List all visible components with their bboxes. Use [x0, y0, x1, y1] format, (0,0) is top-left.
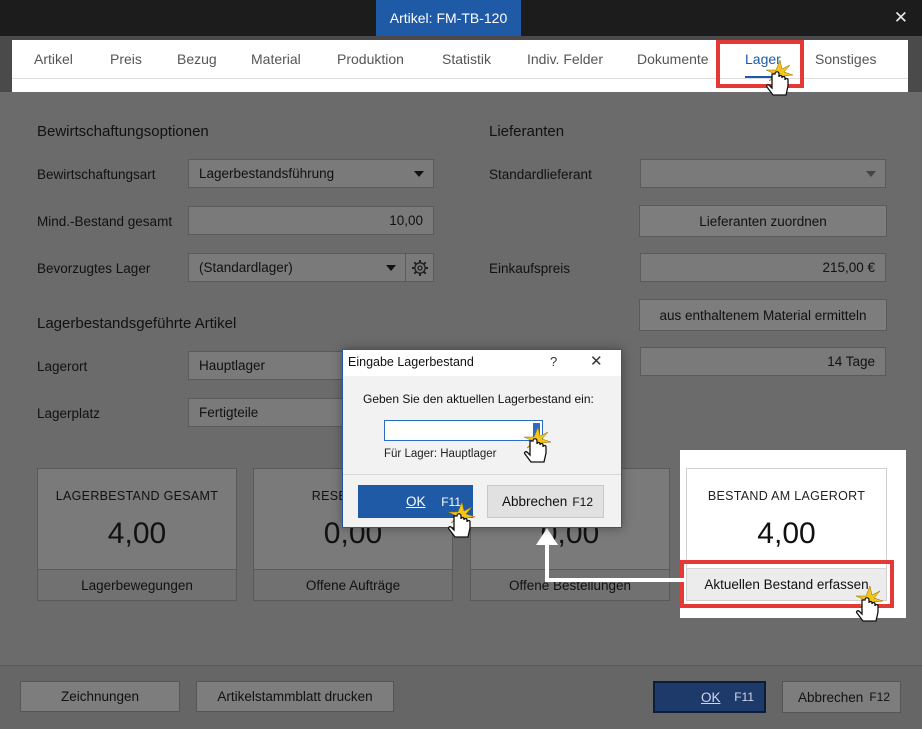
card-title: LAGERBESTAND GESAMT — [55, 489, 219, 503]
label-bewirtschaftungsart: Bewirtschaftungsart — [37, 167, 156, 182]
dialog-prompt: Geben Sie den aktuellen Lagerbestand ein… — [363, 392, 594, 406]
dialog-ok-button[interactable]: OK F11 — [358, 485, 473, 518]
tab-produktion[interactable]: Produktion — [337, 51, 404, 67]
card-bestand-am-lagerort: BESTAND AM LAGERORT 4,00 Aktuellen Besta… — [686, 468, 887, 601]
label-standardlieferant: Standardlieferant — [489, 167, 592, 182]
cancel-shortcut: F12 — [572, 494, 593, 509]
lagerort-select[interactable]: Hauptlager — [188, 351, 348, 380]
standardlieferant-select[interactable] — [640, 159, 886, 188]
bewirtschaftungsart-value: Lagerbestandsführung — [199, 166, 335, 181]
close-icon[interactable]: ✕ — [894, 8, 908, 28]
ok-shortcut: F11 — [734, 690, 754, 704]
mind-bestand-field[interactable]: 10,00 — [188, 206, 434, 235]
ok-label: OK — [701, 689, 721, 705]
tab-lager-label: Lager — [745, 51, 781, 67]
tab-lager[interactable]: Lager — [745, 51, 781, 78]
dialog-divider — [343, 474, 621, 475]
zeichnungen-button[interactable]: Zeichnungen — [20, 681, 180, 712]
chevron-down-icon — [414, 171, 424, 177]
aktuellen-bestand-erfassen-button[interactable]: Aktuellen Bestand erfassen — [687, 568, 886, 600]
tab-divider — [12, 78, 908, 79]
dialog-titlebar: Eingabe Lagerbestand ? ✕ — [343, 350, 621, 376]
arrow-icon — [536, 528, 686, 582]
help-icon[interactable]: ? — [550, 354, 557, 369]
offene-auftraege-button[interactable]: Offene Aufträge — [254, 569, 452, 600]
card-title: BESTAND AM LAGERORT — [707, 489, 866, 503]
chevron-down-icon — [866, 171, 876, 177]
tab-bezug[interactable]: Bezug — [177, 51, 217, 67]
tab-material[interactable]: Material — [251, 51, 301, 67]
card-value: 4,00 — [107, 517, 167, 550]
gear-icon — [411, 259, 428, 276]
ok-label: OK — [406, 494, 426, 509]
dialog-lager-info: Für Lager: Hauptlager — [384, 448, 497, 460]
lager-settings-button[interactable] — [405, 253, 434, 282]
lagerbestand-input[interactable] — [384, 420, 543, 441]
dialog-title: Eingabe Lagerbestand — [348, 355, 474, 369]
label-lagerort: Lagerort — [37, 359, 88, 374]
cancel-label: Abbrechen — [798, 689, 864, 705]
tab-statistik[interactable]: Statistik — [442, 51, 491, 67]
lagerplatz-select[interactable]: Fertigteile — [188, 398, 348, 427]
footer-cancel-button[interactable]: Abbrechen F12 — [782, 681, 901, 713]
close-icon[interactable]: ✕ — [590, 352, 603, 370]
lagerbewegungen-button[interactable]: Lagerbewegungen — [38, 569, 236, 600]
cancel-shortcut: F12 — [869, 690, 890, 704]
section-heading-lieferanten: Lieferanten — [489, 123, 565, 140]
label-einkaufspreis: Einkaufspreis — [489, 261, 571, 276]
tab-indiv-felder[interactable]: Indiv. Felder — [527, 51, 603, 67]
card-lagerbestand-gesamt: LAGERBESTAND GESAMT 4,00 Lagerbewegungen — [37, 468, 237, 601]
lieferzeit-field[interactable]: 14 Tage — [640, 347, 886, 376]
section-heading-bewirtschaftung: Bewirtschaftungsoptionen — [37, 123, 209, 140]
label-mind-bestand: Mind.-Bestand gesamt — [37, 214, 173, 229]
aus-material-ermitteln-button[interactable]: aus enthaltenem Material ermitteln — [639, 299, 887, 331]
tab-artikel[interactable]: Artikel — [34, 51, 73, 67]
label-bevorzugtes-lager: Bevorzugtes Lager — [37, 261, 151, 276]
card-value: 4,00 — [757, 517, 816, 550]
bevorzugtes-lager-value: (Standardlager) — [199, 260, 293, 275]
label-lagerplatz: Lagerplatz — [37, 406, 101, 421]
artikelstammblatt-drucken-button[interactable]: Artikelstammblatt drucken — [196, 681, 394, 712]
einkaufspreis-field[interactable]: 215,00 € — [640, 253, 886, 282]
tab-dokumente[interactable]: Dokumente — [637, 51, 709, 67]
section-heading-lagerartikel: Lagerbestandsgeführte Artikel — [37, 315, 237, 332]
cancel-label: Abbrechen — [502, 494, 568, 509]
ok-shortcut: F11 — [441, 494, 461, 509]
lieferanten-zuordnen-button[interactable]: Lieferanten zuordnen — [639, 205, 887, 237]
window-title: Artikel: FM-TB-120 — [376, 0, 521, 36]
tab-bar: Artikel Preis Bezug Material Produktion … — [12, 40, 908, 92]
bevorzugtes-lager-select[interactable]: (Standardlager) — [188, 253, 406, 282]
tab-preis[interactable]: Preis — [110, 51, 142, 67]
tab-sonstiges[interactable]: Sonstiges — [815, 51, 876, 67]
bewirtschaftungsart-select[interactable]: Lagerbestandsführung — [188, 159, 434, 188]
footer-ok-button[interactable]: OK F11 — [653, 681, 766, 713]
chevron-down-icon — [386, 265, 396, 271]
dialog-eingabe-lagerbestand: Eingabe Lagerbestand ? ✕ Geben Sie den a… — [342, 349, 622, 528]
window-titlebar: Artikel: FM-TB-120 ✕ — [0, 0, 922, 36]
spin-handle[interactable] — [533, 423, 540, 438]
dialog-cancel-button[interactable]: Abbrechen F12 — [487, 485, 604, 518]
